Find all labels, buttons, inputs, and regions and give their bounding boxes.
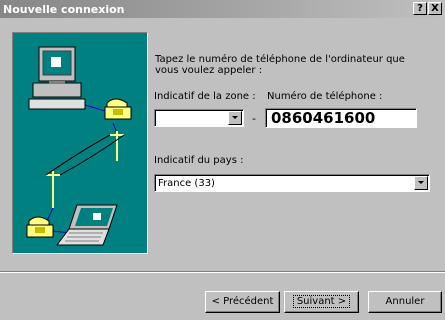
window-title: Nouvelle connexion: [3, 2, 125, 16]
country-code-value: France (33): [158, 178, 215, 189]
instructions-text: Tapez le numéro de téléphone de l'ordina…: [155, 54, 405, 76]
country-code-label: Indicatif du pays :: [154, 155, 244, 166]
area-code-label: Indicatif de la zone :: [154, 91, 256, 102]
separator-dash: -: [252, 112, 256, 125]
illustration-graphic: [26, 46, 132, 246]
chevron-down-icon[interactable]: [228, 111, 242, 125]
divider: [0, 271, 445, 273]
help-button[interactable]: ?: [413, 2, 427, 15]
desktop-computer-icon: [28, 46, 86, 110]
title-bar[interactable]: Nouvelle connexion ? X: [0, 0, 445, 18]
laptop-computer-icon: [56, 204, 118, 246]
chevron-down-icon[interactable]: [414, 176, 428, 190]
new-connection-dialog: Nouvelle connexion ? X Tapez le numéro d…: [0, 0, 445, 320]
close-button[interactable]: X: [428, 2, 442, 15]
telephone-icon: [26, 216, 54, 238]
area-code-select[interactable]: [154, 109, 244, 127]
phone-number-label: Numéro de téléphone :: [267, 91, 383, 102]
back-button[interactable]: < Précédent: [205, 291, 280, 313]
next-button[interactable]: Suivant >: [284, 291, 359, 313]
phone-number-input[interactable]: 0860461600: [265, 108, 417, 128]
country-code-select[interactable]: France (33): [154, 174, 430, 192]
wizard-illustration: [12, 32, 148, 254]
telephone-pole-icon: [45, 131, 125, 208]
next-button-label: Suivant >: [292, 295, 351, 308]
cancel-button[interactable]: Annuler: [368, 291, 442, 313]
telephone-icon: [104, 98, 132, 120]
